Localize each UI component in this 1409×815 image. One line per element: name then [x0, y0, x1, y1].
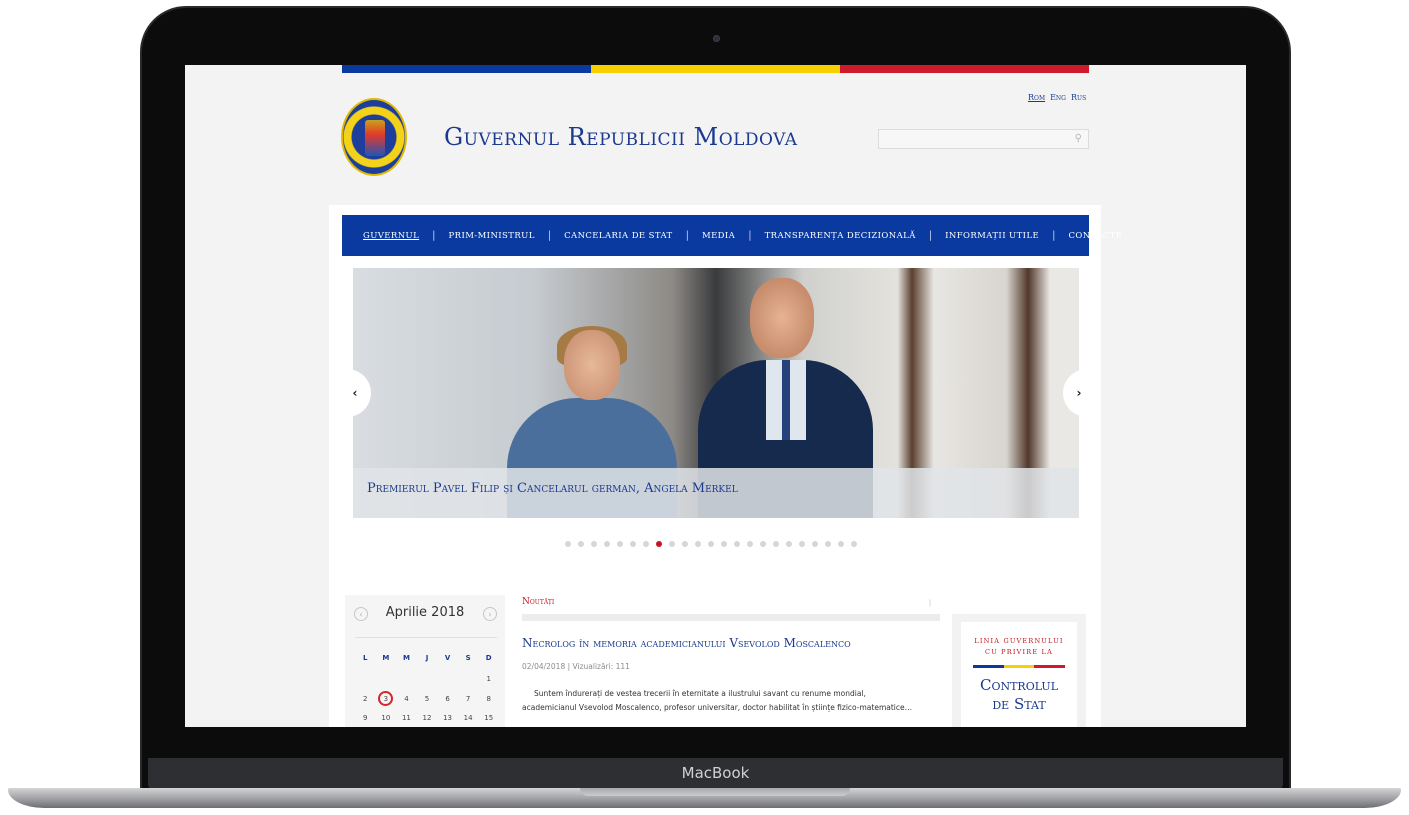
screen: Guvernul Republicii Moldova Rom Eng Rus …: [185, 65, 1246, 727]
calendar-day[interactable]: 13: [437, 714, 458, 722]
slider-dot[interactable]: [721, 541, 727, 547]
lang-eng[interactable]: Eng: [1050, 93, 1066, 102]
search-input[interactable]: ⚲: [878, 129, 1089, 149]
calendar-week: 1: [355, 675, 499, 683]
calendar-day: [396, 675, 417, 683]
calendar-day[interactable]: 7: [458, 695, 479, 706]
calendar-weekday: M: [402, 654, 410, 662]
calendar-day[interactable]: 2: [355, 695, 376, 706]
camera-icon: [713, 35, 720, 42]
main-nav: Guvernul | Prim-ministrul | Cancelaria d…: [342, 215, 1122, 256]
slider-dot[interactable]: [799, 541, 805, 547]
slider-dot[interactable]: [604, 541, 610, 547]
promo-line-1: Linia Guvernului: [974, 637, 1064, 645]
slider-dot[interactable]: [643, 541, 649, 547]
laptop-chin: MacBook: [148, 758, 1283, 790]
slider-pagination: [565, 541, 857, 547]
calendar-day[interactable]: 15: [478, 714, 499, 722]
slide-caption[interactable]: Premierul Pavel Filip și Cancelarul germ…: [353, 468, 1079, 518]
language-switcher: Rom Eng Rus: [1028, 93, 1086, 102]
calendar-weekday: J: [425, 654, 429, 662]
slider-dot[interactable]: [760, 541, 766, 547]
site-title[interactable]: Guvernul Republicii Moldova: [444, 123, 798, 151]
calendar-day[interactable]: 14: [458, 714, 479, 722]
nav-item-transparenta[interactable]: Transparența decizională: [765, 231, 916, 241]
slider-dot[interactable]: [565, 541, 571, 547]
coat-of-arms-logo[interactable]: [341, 98, 407, 176]
slider-dot[interactable]: [851, 541, 857, 547]
slider-dot[interactable]: [812, 541, 818, 547]
slider-dot[interactable]: [617, 541, 623, 547]
calendar-weekday: D: [485, 654, 492, 662]
slider-dot[interactable]: [825, 541, 831, 547]
lang-rus[interactable]: Rus: [1071, 93, 1086, 102]
slider-dot[interactable]: [734, 541, 740, 547]
slider-dot[interactable]: [630, 541, 636, 547]
promo-banner[interactable]: Linia Guvernului cu privire la Controlul…: [952, 614, 1086, 727]
photo-slider[interactable]: Premierul Pavel Filip și Cancelarul germ…: [353, 268, 1079, 518]
slider-dot[interactable]: [682, 541, 688, 547]
slider-dot[interactable]: [591, 541, 597, 547]
device-label: MacBook: [681, 764, 750, 782]
promo-line-2: cu privire la: [985, 648, 1053, 656]
calendar-day[interactable]: 9: [355, 714, 376, 722]
calendar-day[interactable]: 8: [478, 695, 499, 706]
promo-title-1: Controlul: [979, 676, 1059, 694]
nav-item-informatii[interactable]: Informații utile: [945, 231, 1039, 241]
calendar-day[interactable]: 1: [478, 675, 499, 683]
calendar-widget: ‹ Aprilie 2018 › LMMJVSD 1 2345678 9 10 11…: [345, 595, 505, 727]
calendar-day: [417, 675, 438, 683]
promo-title-2: de Stat: [992, 695, 1046, 713]
nav-item-guvernul[interactable]: Guvernul: [363, 231, 419, 241]
slider-dot[interactable]: [747, 541, 753, 547]
slide-caption-text[interactable]: Premierul Pavel Filip și Cancelarul germ…: [367, 481, 738, 496]
lang-rom[interactable]: Rom: [1028, 93, 1045, 102]
calendar-day[interactable]: 4: [396, 695, 417, 706]
calendar-day: [355, 675, 376, 683]
calendar-weekday: V: [444, 654, 451, 662]
calendar-weekdays: LMMJVSD: [355, 654, 499, 662]
calendar-week: 2345678: [355, 691, 499, 706]
flag-stripe: [342, 65, 1089, 73]
calendar-day[interactable]: 5: [417, 695, 438, 706]
calendar-month: Aprilie 2018: [385, 605, 465, 620]
search-icon[interactable]: ⚲: [1075, 133, 1082, 144]
calendar-weekday: L: [363, 654, 368, 662]
rss-icon[interactable]: ⧘: [929, 598, 931, 609]
calendar-week: 9 10 11 12 13 14 15: [355, 714, 499, 722]
slider-dot[interactable]: [773, 541, 779, 547]
slider-dot[interactable]: [695, 541, 701, 547]
calendar-day: [437, 675, 458, 683]
calendar-weekday: S: [465, 654, 471, 662]
calendar-day: [458, 675, 479, 683]
slider-dot[interactable]: [838, 541, 844, 547]
slider-dot[interactable]: [578, 541, 584, 547]
news-section-label[interactable]: Noutăți: [522, 597, 554, 607]
calendar-next-icon[interactable]: ›: [483, 607, 497, 621]
nav-item-media[interactable]: Media: [702, 231, 735, 241]
calendar-day: [376, 675, 397, 683]
slider-dot[interactable]: [669, 541, 675, 547]
calendar-day[interactable]: 11: [396, 714, 417, 722]
nav-item-cancelaria[interactable]: Cancelaria de Stat: [564, 231, 672, 241]
slider-dot[interactable]: [656, 541, 662, 547]
slider-dot[interactable]: [786, 541, 792, 547]
calendar-day[interactable]: 3: [376, 691, 397, 706]
calendar-day[interactable]: 6: [437, 695, 458, 706]
nav-item-contacte[interactable]: Contacte: [1068, 231, 1122, 241]
news-title[interactable]: Necrolog în memoria academicianului Vsev…: [522, 636, 851, 650]
calendar-weekday: M: [382, 654, 390, 662]
news-excerpt: Suntem îndurerați de vestea trecerii în …: [522, 689, 913, 712]
slider-dot[interactable]: [708, 541, 714, 547]
calendar-day[interactable]: 10: [376, 714, 397, 722]
news-meta: 02/04/2018 | Vizualizări: 111: [522, 662, 630, 671]
calendar-day[interactable]: 12: [417, 714, 438, 722]
nav-item-prim-ministrul[interactable]: Prim-ministrul: [449, 231, 535, 241]
